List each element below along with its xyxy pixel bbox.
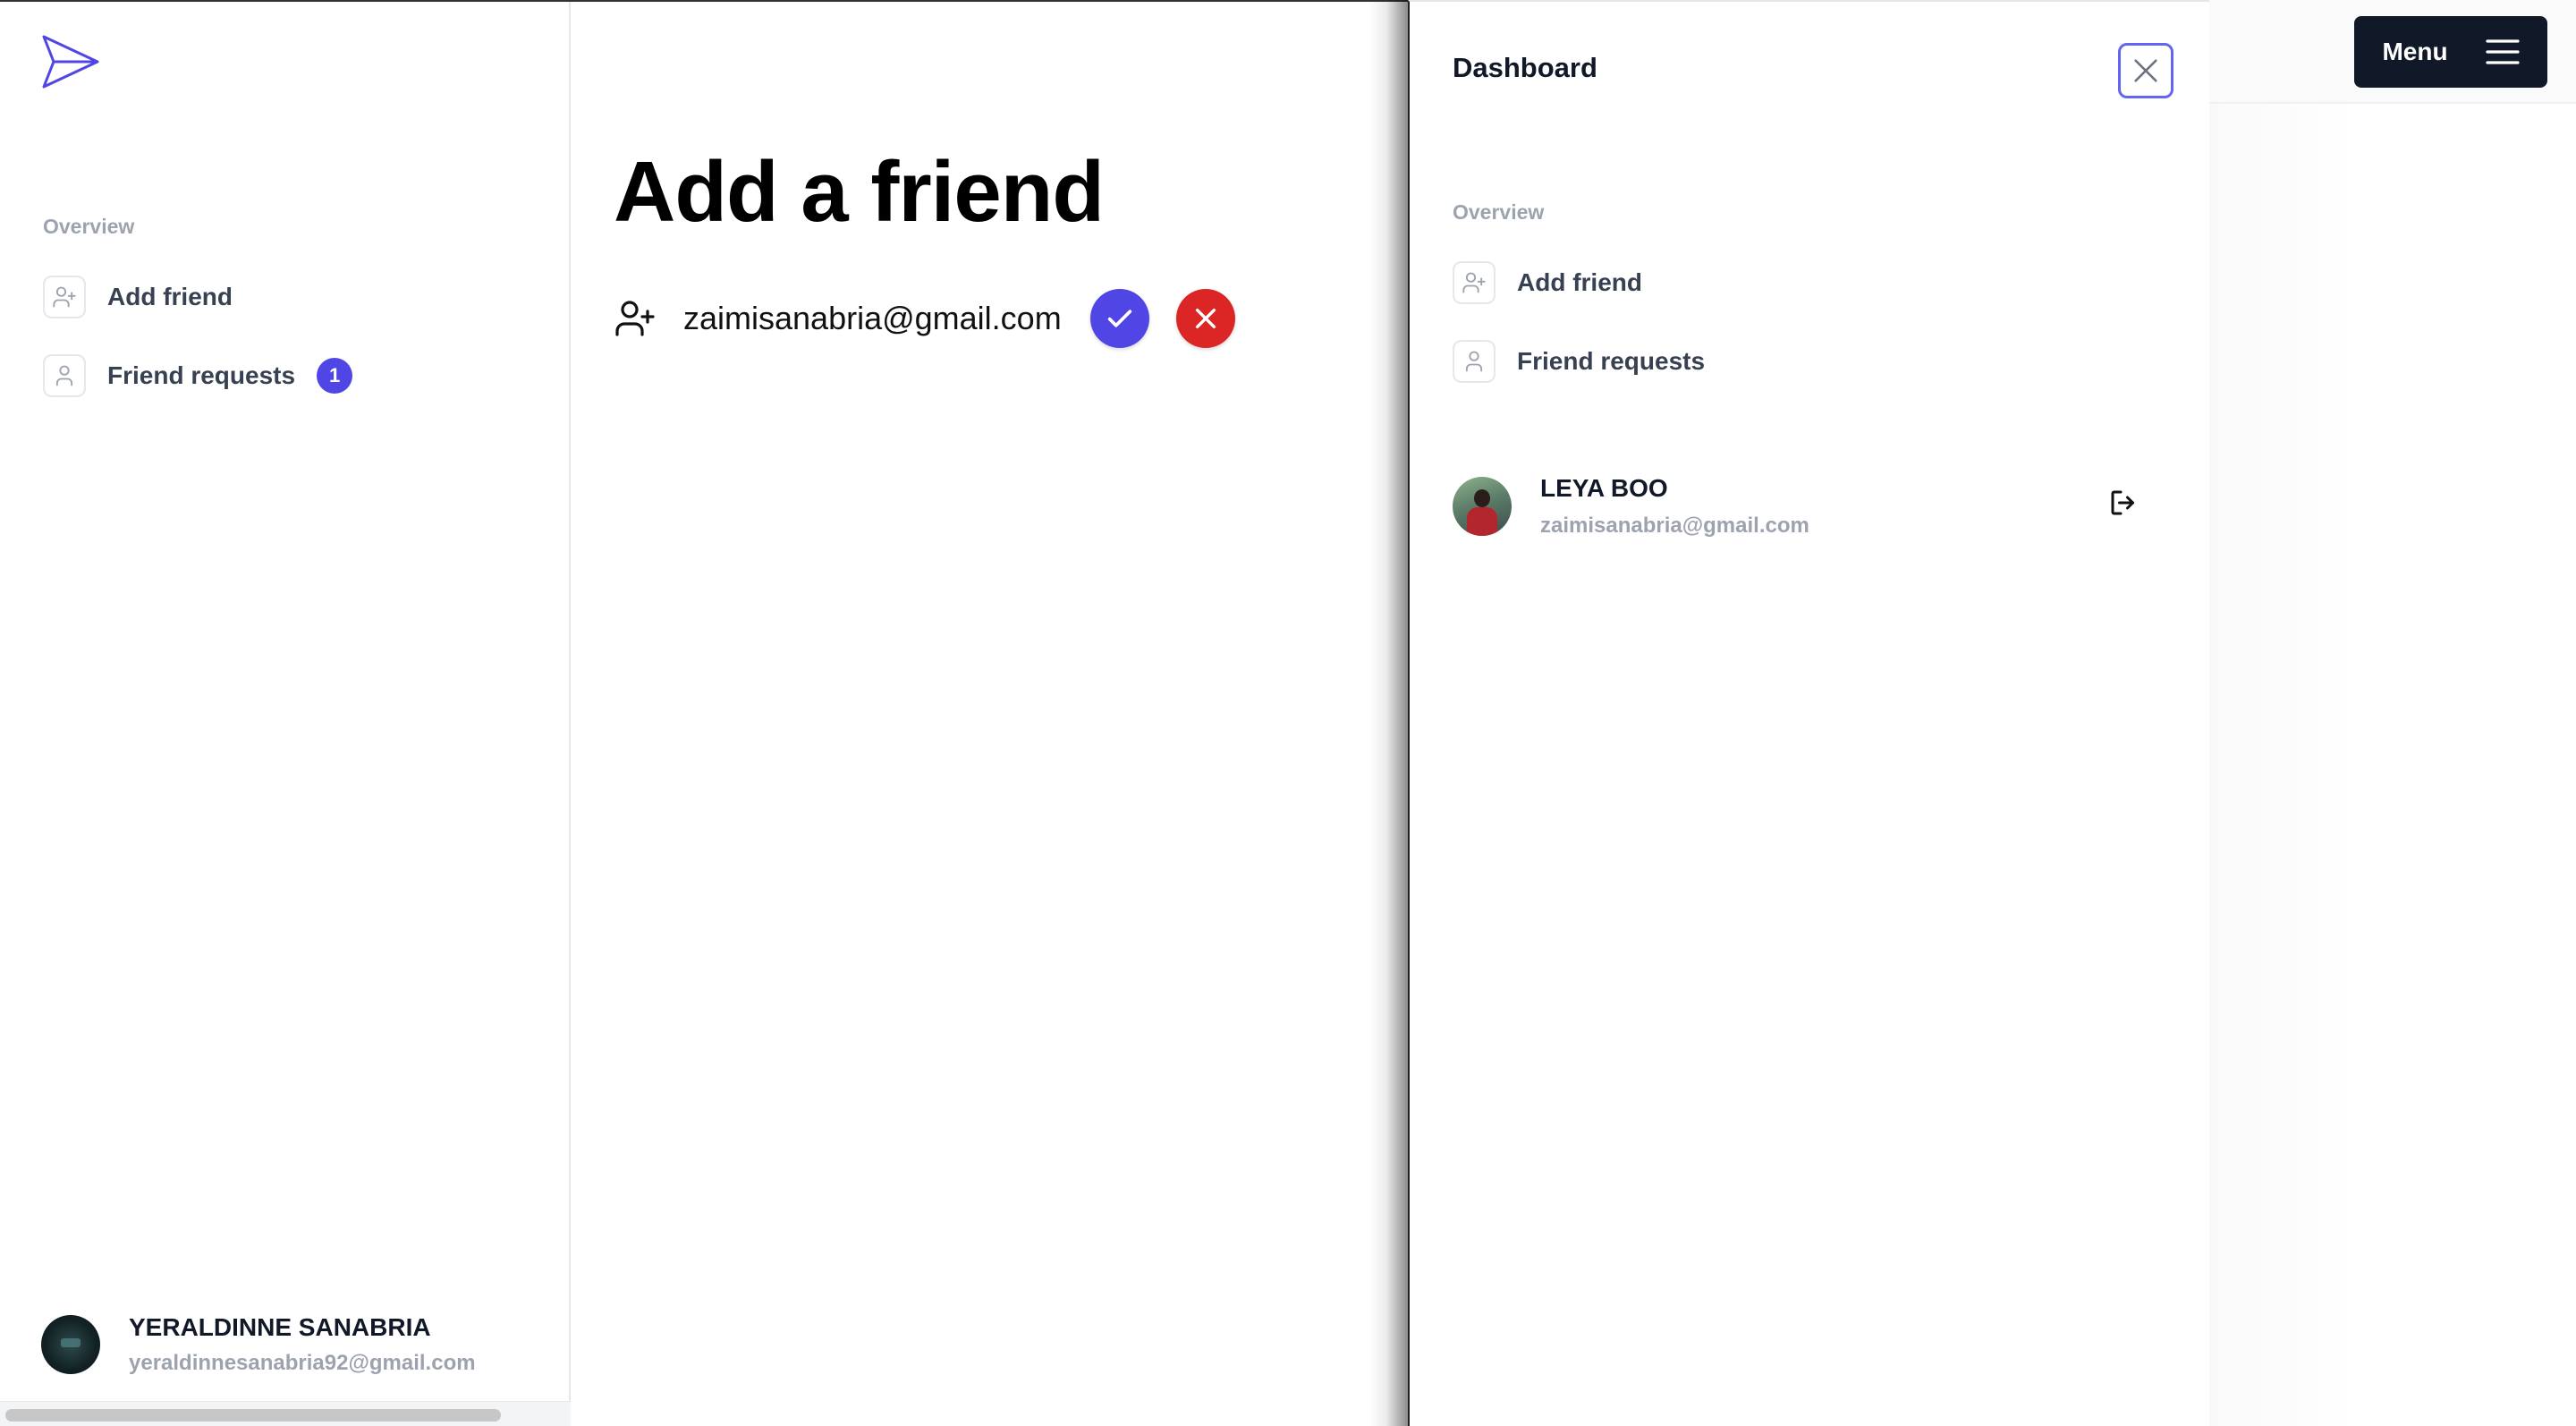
sidebar-item-label: Friend requests (107, 361, 296, 389)
backdrop (2209, 104, 2576, 1426)
request-email: zaimisanabria@gmail.com (683, 300, 1062, 336)
sidebar-item-add-friend[interactable]: Add friend (43, 275, 233, 319)
sidebar-overview-label: Overview (43, 215, 135, 238)
page-title: Add a friend (614, 144, 1105, 240)
horizontal-scrollbar[interactable] (0, 1401, 571, 1426)
user-plus-icon (1453, 261, 1496, 304)
drawer-item-friend-requests[interactable]: Friend requests (1453, 339, 1705, 384)
drawer-current-user: LEYA BOO zaimisanabria@gmail.com (1453, 474, 2168, 539)
drawer-shadow (1368, 0, 1408, 1426)
dashboard-drawer: Dashboard Overview Add friend Friend req… (1408, 0, 2209, 1426)
avatar (1453, 477, 1512, 536)
user-email: zaimisanabria@gmail.com (1540, 514, 1809, 538)
friend-request-row: zaimisanabria@gmail.com (614, 288, 1235, 349)
sidebar-item-friend-requests[interactable]: Friend requests 1 (43, 353, 353, 398)
deny-request-button[interactable] (1175, 289, 1235, 348)
app-window: Overview Add friend Friend requests 1 YE… (0, 0, 1408, 1426)
x-icon (1195, 308, 1216, 329)
check-icon (1107, 310, 1131, 327)
menu-button-label: Menu (2382, 38, 2448, 65)
user-plus-icon (43, 276, 86, 318)
accept-request-button[interactable] (1089, 289, 1149, 348)
user-icon (1453, 340, 1496, 383)
user-email: yeraldinnesanabria92@gmail.com (129, 1351, 476, 1375)
user-name: YERALDINNE SANABRIA (129, 1313, 431, 1341)
current-user: YERALDINNE SANABRIA yeraldinnesanabria92… (41, 1313, 476, 1376)
drawer-item-label: Add friend (1517, 268, 1642, 296)
sidebar-item-label: Add friend (107, 283, 233, 310)
hamburger-icon (2485, 39, 2520, 64)
avatar (41, 1315, 100, 1374)
sidebar: Overview Add friend Friend requests 1 YE… (0, 2, 571, 1426)
menu-button[interactable]: Menu (2354, 16, 2547, 88)
close-icon (2134, 59, 2157, 82)
drawer-overview-label: Overview (1453, 200, 1545, 224)
sign-out-icon[interactable] (2107, 487, 2140, 519)
scrollbar-thumb[interactable] (5, 1409, 501, 1422)
drawer-title: Dashboard (1453, 52, 1597, 83)
user-name: LEYA BOO (1540, 474, 1668, 502)
user-plus-icon (615, 301, 655, 336)
friend-requests-count-badge: 1 (317, 358, 353, 394)
drawer-item-label: Friend requests (1517, 347, 1706, 375)
user-icon (43, 354, 86, 397)
drawer-item-add-friend[interactable]: Add friend (1453, 260, 1642, 305)
close-drawer-button[interactable] (2118, 43, 2174, 98)
paper-plane-logo-icon[interactable] (41, 34, 100, 89)
